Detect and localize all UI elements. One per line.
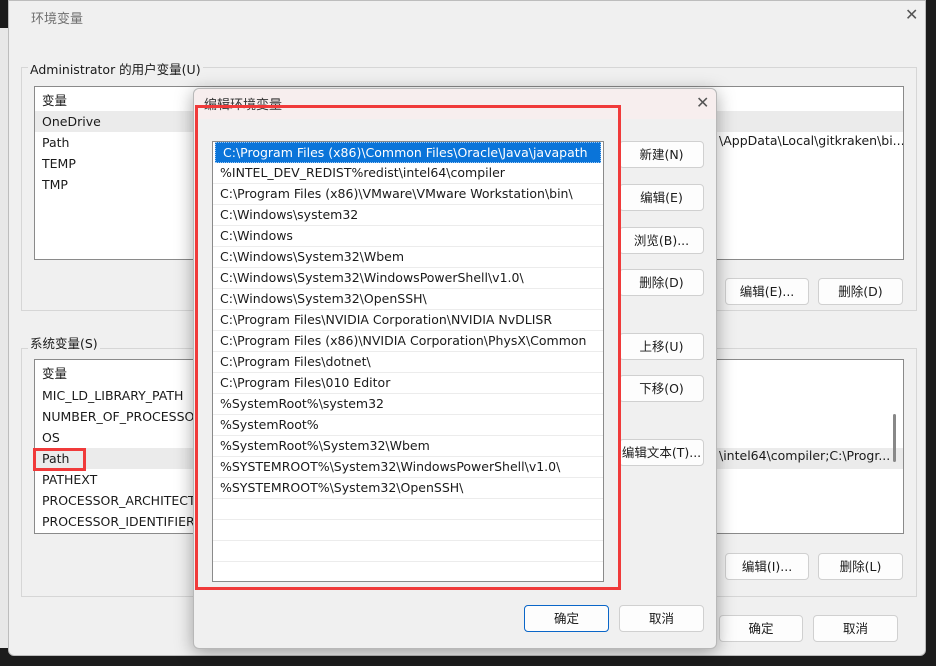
edit-env-variable-dialog: 编辑环境变量 ✕ C:\Program Files (x86)\Common F… <box>193 88 717 649</box>
path-item[interactable]: %INTEL_DEV_REDIST%redist\intel64\compile… <box>213 163 603 184</box>
background-window <box>0 28 8 648</box>
path-item[interactable]: %SYSTEMROOT%\System32\OpenSSH\ <box>213 478 603 499</box>
path-item[interactable]: C:\Windows\System32\OpenSSH\ <box>213 289 603 310</box>
new-button[interactable]: 新建(N) <box>619 141 704 168</box>
path-item[interactable]: %SystemRoot%\system32 <box>213 394 603 415</box>
empty-row[interactable] <box>213 541 603 562</box>
user-edit-button[interactable]: 编辑(E)... <box>725 278 809 305</box>
dialog-ok-button[interactable]: 确定 <box>524 605 609 632</box>
path-item[interactable]: %SystemRoot%\System32\Wbem <box>213 436 603 457</box>
close-icon[interactable]: ✕ <box>905 5 918 24</box>
empty-row[interactable] <box>213 520 603 541</box>
path-item[interactable]: C:\Windows\system32 <box>213 205 603 226</box>
window-title: 环境变量 <box>31 12 84 27</box>
path-list[interactable]: C:\Program Files (x86)\Common Files\Orac… <box>212 141 604 582</box>
path-item[interactable]: %SYSTEMROOT%\System32\WindowsPowerShell\… <box>213 457 603 478</box>
cancel-button[interactable]: 取消 <box>813 615 898 642</box>
move-up-button[interactable]: 上移(U) <box>619 333 704 360</box>
user-vars-label: Administrator 的用户变量(U) <box>28 59 203 78</box>
user-delete-button[interactable]: 删除(D) <box>818 278 903 305</box>
path-item[interactable]: C:\Program Files\dotnet\ <box>213 352 603 373</box>
delete-button[interactable]: 删除(D) <box>619 269 704 296</box>
browse-button[interactable]: 浏览(B)... <box>619 227 704 254</box>
path-item[interactable]: C:\Program Files\010 Editor <box>213 373 603 394</box>
path-item[interactable]: %SystemRoot% <box>213 415 603 436</box>
empty-row[interactable] <box>213 562 603 581</box>
system-edit-button[interactable]: 编辑(I)... <box>725 553 809 580</box>
user-path-value: \AppData\Local\gitkraken\bi... <box>719 133 904 148</box>
system-path-value: \intel64\compiler;C:\Progr... <box>719 448 891 463</box>
path-item[interactable]: C:\Windows\System32\Wbem <box>213 247 603 268</box>
edit-button[interactable]: 编辑(E) <box>619 184 704 211</box>
path-item[interactable]: C:\Program Files\NVIDIA Corporation\NVID… <box>213 310 603 331</box>
path-item[interactable]: C:\Program Files (x86)\VMware\VMware Wor… <box>213 184 603 205</box>
dialog-title: 编辑环境变量 <box>204 98 283 113</box>
empty-row[interactable] <box>213 499 603 520</box>
dialog-cancel-button[interactable]: 取消 <box>619 605 704 632</box>
system-delete-button[interactable]: 删除(L) <box>818 553 903 580</box>
path-item[interactable]: C:\Windows <box>213 226 603 247</box>
close-icon[interactable]: ✕ <box>696 93 709 112</box>
system-vars-label: 系统变量(S) <box>28 333 100 352</box>
path-item[interactable]: C:\Windows\System32\WindowsPowerShell\v1… <box>213 268 603 289</box>
path-item[interactable]: C:\Program Files (x86)\NVIDIA Corporatio… <box>213 331 603 352</box>
edit-text-button[interactable]: 编辑文本(T)... <box>619 439 704 466</box>
move-down-button[interactable]: 下移(O) <box>619 375 704 402</box>
scrollbar-thumb[interactable] <box>893 414 896 462</box>
path-item[interactable]: C:\Program Files (x86)\Common Files\Orac… <box>215 142 601 163</box>
ok-button[interactable]: 确定 <box>719 615 803 642</box>
